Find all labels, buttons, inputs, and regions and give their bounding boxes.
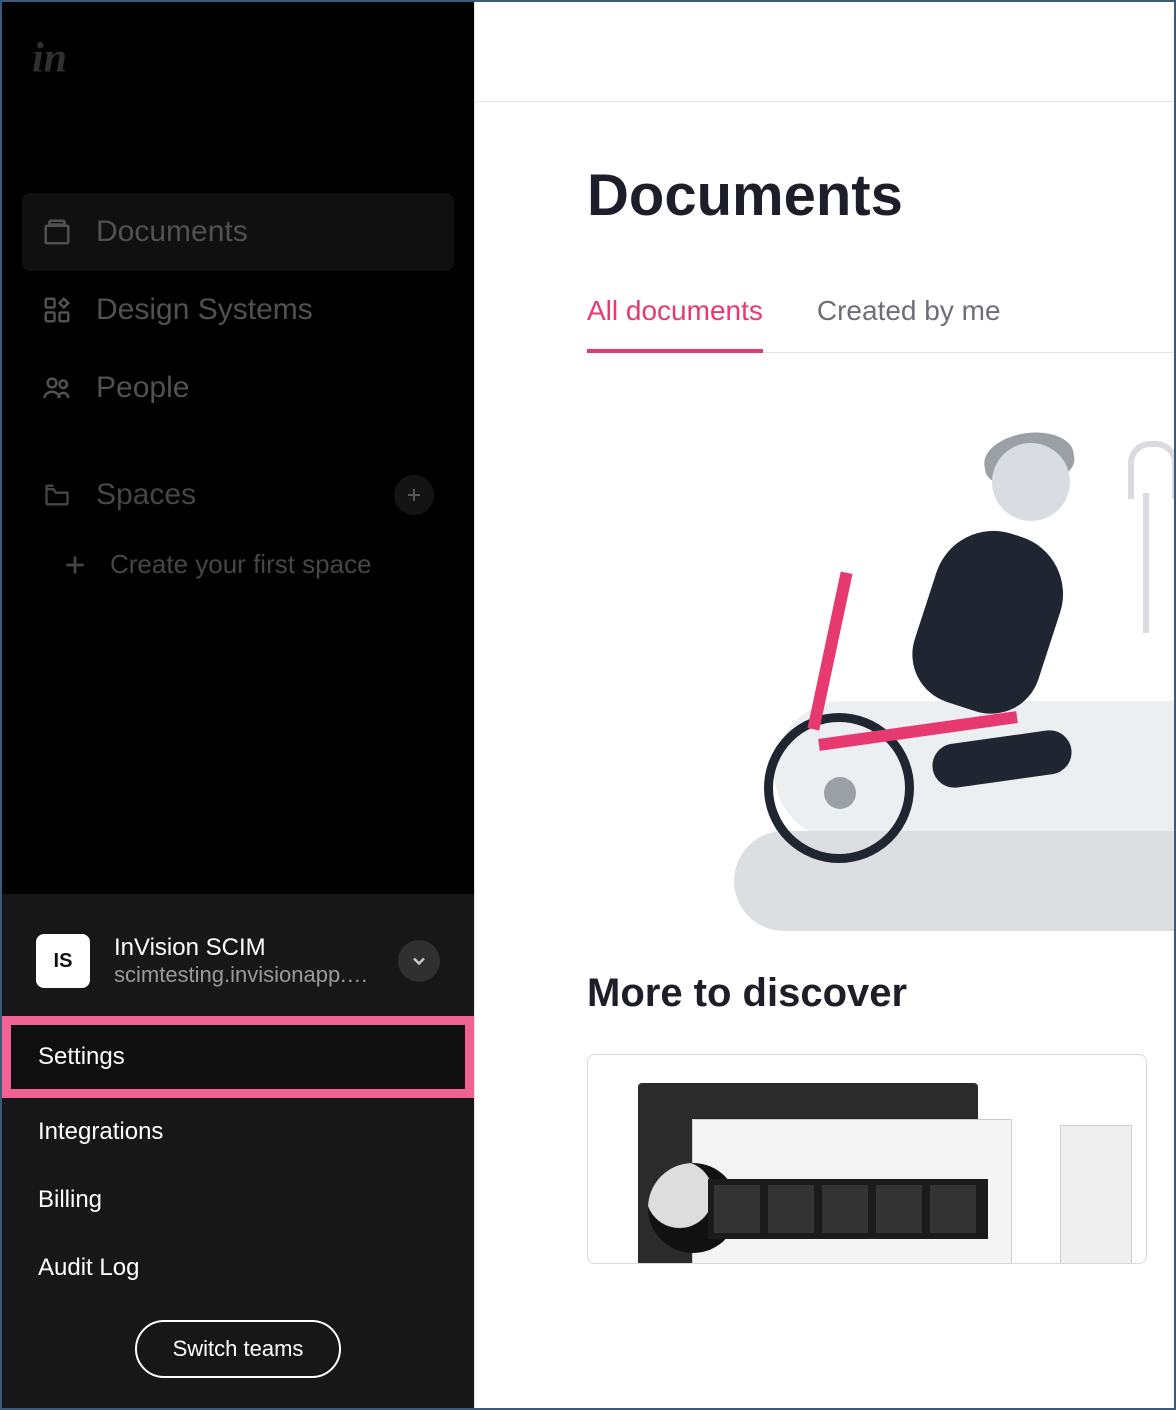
sidebar-item-label: Documents: [96, 215, 248, 249]
team-menu-audit-log[interactable]: Audit Log: [2, 1234, 474, 1302]
discover-heading: More to discover: [587, 971, 1174, 1016]
team-panel: IS InVision SCIM scimtesting.invisionapp…: [2, 894, 474, 1408]
empty-state-illustration: [587, 411, 1174, 931]
tab-all-documents[interactable]: All documents: [587, 295, 763, 353]
team-name: InVision SCIM: [114, 934, 374, 962]
team-avatar: IS: [36, 934, 90, 988]
tab-label: Created by me: [817, 295, 1001, 326]
discover-card[interactable]: [587, 1054, 1147, 1264]
team-menu-toggle[interactable]: [398, 940, 440, 982]
sidebar-item-documents[interactable]: Documents: [22, 193, 454, 271]
switch-teams-label: Switch teams: [173, 1336, 304, 1361]
team-switcher[interactable]: IS InVision SCIM scimtesting.invisionapp…: [2, 912, 474, 1010]
main-content: Documents All documents Created by me: [475, 102, 1174, 1264]
plus-icon: [405, 486, 423, 504]
sidebar: in Documents Design Systems People: [2, 2, 474, 1408]
spaces-section: Spaces Create your first space: [2, 427, 474, 580]
sidebar-item-people[interactable]: People: [22, 349, 454, 427]
page-title: Documents: [587, 162, 1174, 229]
documents-icon: [42, 217, 72, 247]
team-menu-integrations[interactable]: Integrations: [2, 1098, 474, 1166]
main-area: Documents All documents Created by me: [474, 2, 1174, 1408]
team-info: InVision SCIM scimtesting.invisionapp.c…: [114, 934, 374, 988]
menu-item-label: Audit Log: [38, 1254, 139, 1281]
create-first-space[interactable]: Create your first space: [22, 515, 454, 580]
folder-icon: [42, 480, 72, 510]
tab-created-by-me[interactable]: Created by me: [817, 295, 1001, 352]
menu-item-label: Billing: [38, 1186, 102, 1213]
sidebar-item-label: People: [96, 371, 189, 405]
team-domain: scimtesting.invisionapp.c…: [114, 962, 374, 988]
svg-text:in: in: [32, 36, 67, 82]
tab-label: All documents: [587, 295, 763, 326]
team-menu-billing[interactable]: Billing: [2, 1166, 474, 1234]
document-tabs: All documents Created by me: [587, 295, 1174, 353]
sidebar-item-label: Design Systems: [96, 293, 313, 327]
design-systems-icon: [42, 295, 72, 325]
sidebar-item-design-systems[interactable]: Design Systems: [22, 271, 454, 349]
brand-logo[interactable]: in: [2, 2, 474, 93]
primary-nav: Documents Design Systems People: [2, 93, 474, 427]
add-space-button[interactable]: [394, 475, 434, 515]
chevron-down-icon: [409, 951, 429, 971]
switch-teams-button[interactable]: Switch teams: [135, 1320, 342, 1378]
menu-item-label: Settings: [38, 1043, 125, 1070]
create-space-label: Create your first space: [110, 549, 372, 580]
people-icon: [42, 373, 72, 403]
invision-logo-icon: in: [32, 32, 88, 88]
plus-icon: [62, 552, 88, 578]
team-menu-settings[interactable]: Settings: [2, 1016, 474, 1098]
app-root: in Documents Design Systems People: [0, 0, 1176, 1410]
team-menu: Settings Integrations Billing Audit Log: [2, 1010, 474, 1302]
top-bar: [475, 2, 1174, 102]
spaces-heading: Spaces: [96, 478, 196, 512]
menu-item-label: Integrations: [38, 1118, 163, 1145]
